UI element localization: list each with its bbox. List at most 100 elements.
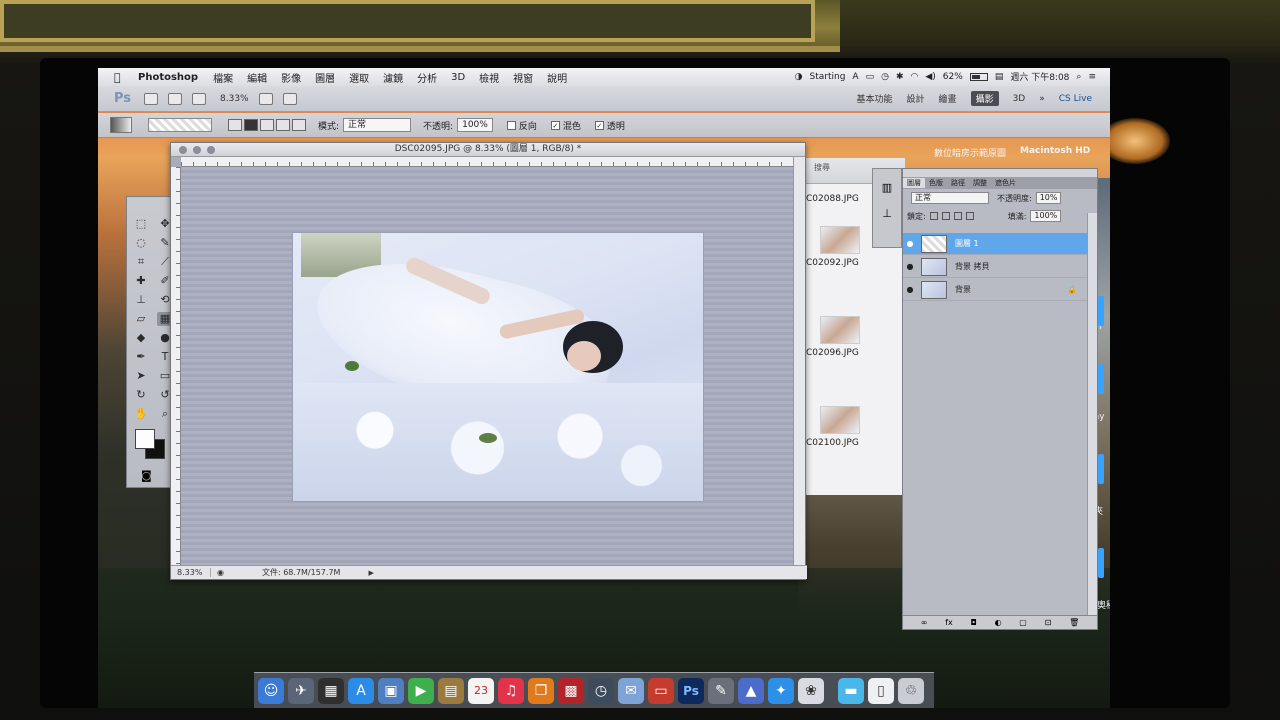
launchpad-icon[interactable]: ✈ bbox=[288, 677, 314, 704]
macintosh-hd-label[interactable]: Macintosh HD bbox=[1020, 146, 1090, 159]
document-photo[interactable] bbox=[293, 233, 703, 501]
launch-bridge-button[interactable] bbox=[144, 92, 158, 105]
photos-icon[interactable]: ❀ bbox=[798, 677, 824, 704]
lasso-tool-icon[interactable]: ◌ bbox=[133, 236, 149, 250]
calendar-icon[interactable]: 23 bbox=[468, 677, 494, 704]
diamond-gradient-button[interactable] bbox=[292, 119, 306, 131]
menu-help[interactable]: 說明 bbox=[547, 70, 567, 85]
notifications-icon[interactable]: ≡ bbox=[1088, 72, 1096, 82]
documents-icon[interactable]: ▯ bbox=[868, 677, 894, 704]
airplay-icon[interactable]: ▭ bbox=[866, 72, 875, 82]
status-info-icon[interactable]: ◉ bbox=[217, 568, 224, 577]
presentation-icon[interactable]: ▭ bbox=[648, 677, 674, 704]
facetime-icon[interactable]: ▶ bbox=[408, 677, 434, 704]
app-store-icon[interactable]: A bbox=[348, 677, 374, 704]
delete-layer-icon[interactable]: 🗑 bbox=[1069, 618, 1079, 627]
pen-tool-icon[interactable]: ✒ bbox=[133, 350, 149, 364]
blend-mode-select[interactable]: 正常 bbox=[911, 192, 989, 204]
menu-3d[interactable]: 3D bbox=[451, 72, 465, 83]
zoom-window-icon[interactable] bbox=[207, 146, 215, 154]
wifi-icon[interactable]: ◠ bbox=[911, 72, 919, 82]
photo-booth-icon[interactable]: ▩ bbox=[558, 677, 584, 704]
tab-layers[interactable]: 圖層 bbox=[903, 178, 925, 188]
color-swatches[interactable] bbox=[133, 429, 169, 463]
view-extras-button[interactable] bbox=[192, 92, 206, 105]
finder-icon[interactable]: ☺ bbox=[258, 677, 284, 704]
desktop-folder-label[interactable]: 數位暗房示範原圖 bbox=[934, 146, 1006, 159]
tab-masks[interactable]: 遮色片 bbox=[991, 178, 1020, 188]
launch-minibridge-button[interactable] bbox=[168, 92, 182, 105]
time-machine-icon[interactable]: ◷ bbox=[588, 677, 614, 704]
workspace-more-button[interactable]: » bbox=[1039, 94, 1045, 104]
horizontal-ruler[interactable] bbox=[181, 157, 805, 167]
zoom-level-field[interactable]: 8.33% bbox=[220, 94, 249, 104]
status-zoom-field[interactable]: 8.33% bbox=[171, 568, 211, 577]
status-menu-arrow-icon[interactable]: ▶ bbox=[368, 569, 373, 577]
battery-icon[interactable] bbox=[969, 72, 988, 81]
adjustment-layer-icon[interactable]: ◐ bbox=[995, 618, 1002, 627]
preview-icon[interactable]: ▣ bbox=[378, 677, 404, 704]
layers-scrollbar[interactable] bbox=[1087, 213, 1097, 615]
time-machine-status-icon[interactable]: ◷ bbox=[881, 72, 889, 82]
notes-icon[interactable]: ▤ bbox=[438, 677, 464, 704]
itunes-icon[interactable]: ♫ bbox=[498, 677, 524, 704]
vertical-ruler[interactable] bbox=[171, 167, 181, 565]
histogram-panel-icon[interactable]: ▥ bbox=[879, 181, 895, 195]
layer-row[interactable]: ● 圖層 1 bbox=[903, 233, 1097, 255]
foreground-color-swatch[interactable] bbox=[135, 429, 155, 449]
lock-all-icon[interactable] bbox=[965, 212, 974, 220]
clock[interactable]: 週六 下午8:08 bbox=[1010, 70, 1069, 83]
mode-select[interactable]: 正常 bbox=[343, 118, 412, 132]
new-group-icon[interactable]: ▢ bbox=[1019, 618, 1027, 627]
visibility-eye-icon[interactable]: ● bbox=[903, 262, 917, 271]
workspace-design[interactable]: 設計 bbox=[907, 92, 925, 105]
quick-mask-icon[interactable]: ◙ bbox=[141, 469, 152, 482]
mail-icon[interactable]: ✉ bbox=[618, 677, 644, 704]
screen-mode-button[interactable] bbox=[282, 92, 297, 105]
menu-image[interactable]: 影像 bbox=[281, 70, 301, 85]
add-mask-icon[interactable]: ◘ bbox=[970, 618, 976, 627]
downloads-folder-icon[interactable]: ▬ bbox=[838, 677, 864, 704]
vertical-scrollbar[interactable] bbox=[793, 157, 805, 569]
close-window-icon[interactable] bbox=[179, 146, 187, 154]
layer-row[interactable]: ● 背景 拷貝 bbox=[903, 256, 1097, 278]
menu-select[interactable]: 選取 bbox=[349, 70, 369, 85]
link-layers-icon[interactable]: ∞ bbox=[921, 618, 928, 627]
document-title-bar[interactable]: DSC02095.JPG @ 8.33% (圖層 1, RGB/8) * bbox=[171, 143, 805, 157]
adobe-icon[interactable]: A bbox=[852, 72, 858, 82]
radial-gradient-button[interactable] bbox=[244, 119, 258, 131]
cs-live-button[interactable]: CS Live bbox=[1059, 94, 1092, 104]
apple-menu-icon[interactable]:  bbox=[114, 71, 130, 84]
canvas-area[interactable] bbox=[181, 167, 793, 565]
minimize-window-icon[interactable] bbox=[193, 146, 201, 154]
dither-checkbox[interactable]: ✓ 混色 bbox=[550, 119, 581, 132]
bluetooth-icon[interactable]: ✱ bbox=[896, 72, 904, 82]
tool-preset-picker[interactable] bbox=[110, 117, 132, 133]
new-layer-icon[interactable]: ⊡ bbox=[1045, 618, 1052, 627]
lock-transparent-icon[interactable] bbox=[929, 212, 938, 220]
tab-adjustments[interactable]: 調整 bbox=[969, 178, 991, 188]
keynote-icon[interactable]: ▲ bbox=[738, 677, 764, 704]
workspace-essentials[interactable]: 基本功能 bbox=[857, 92, 893, 105]
flag-icon[interactable]: ▤ bbox=[995, 72, 1004, 82]
fill-field[interactable]: 100% bbox=[1030, 210, 1062, 222]
app-name-menu[interactable]: Photoshop bbox=[138, 72, 198, 83]
spotlight-icon[interactable]: ⌕ bbox=[1076, 72, 1081, 82]
marquee-tool-icon[interactable]: ⬚ bbox=[133, 217, 149, 231]
transparency-checkbox[interactable]: ✓ 透明 bbox=[594, 119, 625, 132]
menu-filter[interactable]: 濾鏡 bbox=[383, 70, 403, 85]
battery-percent[interactable]: 62% bbox=[943, 72, 963, 82]
menu-window[interactable]: 視窗 bbox=[513, 70, 533, 85]
blur-tool-icon[interactable]: ◆ bbox=[133, 331, 149, 345]
visibility-eye-icon[interactable]: ● bbox=[903, 285, 917, 294]
safari-icon[interactable]: ✦ bbox=[768, 677, 794, 704]
3d-rotate-tool-icon[interactable]: ↻ bbox=[133, 388, 149, 402]
angle-gradient-button[interactable] bbox=[260, 119, 274, 131]
lock-image-icon[interactable] bbox=[941, 212, 950, 220]
reflected-gradient-button[interactable] bbox=[276, 119, 290, 131]
gradient-picker[interactable] bbox=[148, 118, 212, 132]
reverse-checkbox[interactable]: 反向 bbox=[506, 119, 537, 132]
layer-row[interactable]: ● 背景 🔒 bbox=[903, 279, 1097, 301]
panel-header[interactable] bbox=[903, 169, 1097, 177]
workspace-painting[interactable]: 繪畫 bbox=[939, 92, 957, 105]
